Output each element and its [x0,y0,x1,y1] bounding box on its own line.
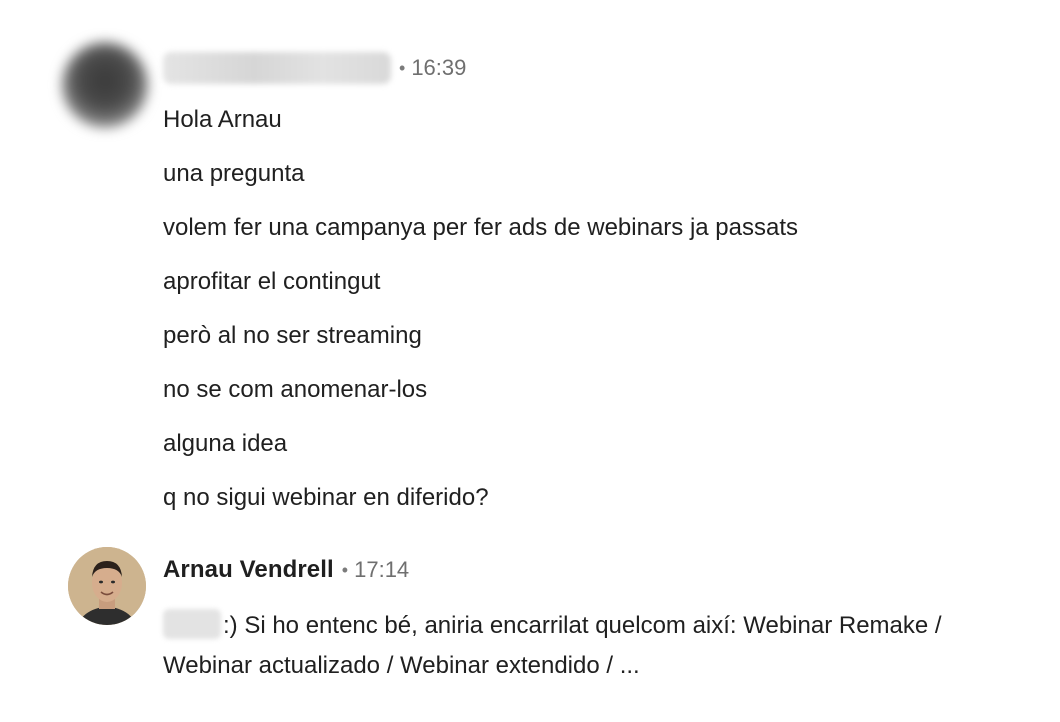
sender-name-redacted[interactable] [163,52,391,84]
message-line: no se com anomenar-los [163,376,428,403]
reply-text: :) Si ho entenc bé, aniria encarrilat qu… [163,612,942,679]
message-header: Arnau Vendrell • 17:14 [163,553,409,587]
sender-avatar[interactable] [68,547,146,625]
message-body: :) Si ho entenc bé, aniria encarrilat qu… [163,606,993,686]
message-line: Hola Arnau [163,106,282,133]
message-line: però al no ser streaming [163,322,422,349]
header-separator: • [399,57,406,78]
sender-name[interactable]: Arnau Vendrell [163,556,334,584]
message-line: una pregunta [163,160,305,187]
mention-redacted[interactable] [163,609,221,639]
message-header: • 16:39 [163,51,466,85]
message-thread: • 16:39 Hola Arnau una pregunta volem fe… [0,0,1060,722]
message-line: volem fer una campanya per fer ads de we… [163,214,799,241]
message-timestamp: 16:39 [411,55,467,80]
message-line: aprofitar el contingut [163,268,381,295]
profile-photo-icon [68,547,146,625]
sender-avatar-blurred[interactable] [62,42,148,128]
message-line: alguna idea [163,430,288,457]
message-line: q no sigui webinar en diferido? [163,484,489,511]
header-separator: • [341,559,349,580]
message-timestamp: 17:14 [354,557,410,582]
